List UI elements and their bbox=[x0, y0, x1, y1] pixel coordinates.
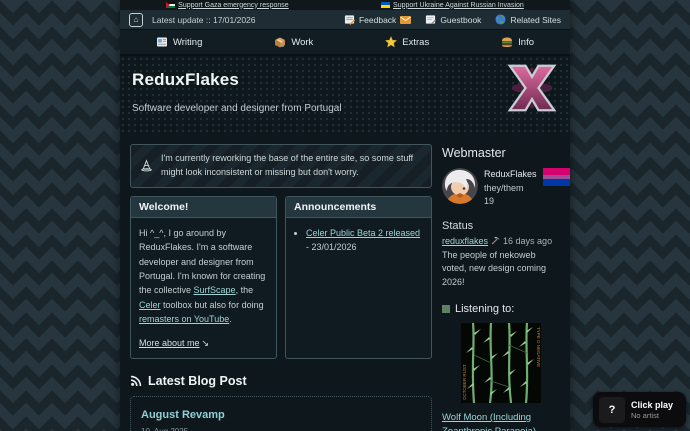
rss-icon bbox=[130, 375, 142, 387]
announcement-link[interactable]: Celer Public Beta 2 released bbox=[306, 228, 420, 238]
welcome-box: Welcome! Hi ^_^, I go around by ReduxFla… bbox=[130, 196, 277, 359]
feedback-label: Feedback bbox=[359, 15, 396, 25]
reduxflakes-logo-icon bbox=[504, 63, 560, 113]
newspaper-icon bbox=[156, 36, 168, 48]
blog-heading-label: Latest Blog Post bbox=[148, 374, 247, 388]
intro-boxes: Welcome! Hi ^_^, I go around by ReduxFla… bbox=[130, 196, 432, 359]
welcome-text: Hi ^_^, I go around by ReduxFlakes. I'm … bbox=[139, 228, 265, 324]
more-about-me-link[interactable]: More about me↘ bbox=[139, 336, 209, 350]
toolbar: ⌂ Latest update :: 17/01/2026 Feedback G… bbox=[120, 10, 570, 30]
announcements-box-title: Announcements bbox=[286, 197, 431, 218]
webmaster-profile: ReduxFlakes they/them 19 bbox=[442, 168, 560, 209]
sidebar: Webmaster bbox=[442, 144, 560, 431]
latest-update-label: Latest update :: 17/01/2026 bbox=[152, 15, 256, 25]
support-banner: Support Gaza emergency response Support … bbox=[120, 0, 570, 10]
status-user-link[interactable]: reduxflakes bbox=[442, 236, 488, 246]
bisexual-flag-icon bbox=[543, 168, 570, 186]
celer-link[interactable]: Celer bbox=[139, 300, 161, 310]
webmaster-pronouns: they/them bbox=[484, 183, 524, 193]
nav-info-label: Info bbox=[518, 37, 534, 48]
nav-writing-label: Writing bbox=[173, 37, 202, 48]
guestbook-label: Guestbook bbox=[440, 15, 481, 25]
welcome-box-title: Welcome! bbox=[131, 197, 276, 218]
site-content: Support Gaza emergency response Support … bbox=[120, 0, 570, 431]
page-title: ReduxFlakes bbox=[132, 70, 558, 90]
burger-icon bbox=[501, 36, 513, 48]
listening-heading: Listening to: bbox=[442, 303, 560, 315]
webmaster-info: ReduxFlakes they/them 19 bbox=[484, 168, 537, 209]
nav-work-label: Work bbox=[291, 37, 313, 48]
main-area: I'm currently reworking the base of the … bbox=[120, 136, 570, 431]
home-button[interactable]: ⌂ bbox=[129, 13, 143, 27]
status-meta: reduxflakes 16 days ago bbox=[442, 236, 560, 246]
surfscape-link[interactable]: SurfScape bbox=[194, 285, 236, 295]
ukraine-support-link[interactable]: Support Ukraine Against Russian Invasion bbox=[381, 2, 524, 9]
announcements-box: Announcements Celer Public Beta 2 releas… bbox=[285, 196, 432, 359]
album-art-corner-text: OCTOBER RUST bbox=[462, 364, 467, 400]
page-background: Support Gaza emergency response Support … bbox=[0, 0, 690, 431]
ukraine-flag-icon bbox=[381, 2, 390, 8]
nav-item-work[interactable]: Work bbox=[274, 36, 313, 48]
gaza-support-link[interactable]: Support Gaza emergency response bbox=[166, 2, 289, 9]
status-time: 16 days ago bbox=[503, 236, 552, 246]
announcements-box-body: Celer Public Beta 2 released - 23/01/202… bbox=[286, 218, 431, 263]
email-icon bbox=[400, 16, 411, 24]
player-art-placeholder: ? bbox=[599, 397, 625, 423]
gaza-support-label: Support Gaza emergency response bbox=[178, 2, 289, 9]
page-subtitle: Software developer and designer from Por… bbox=[132, 103, 558, 114]
blog-post-card[interactable]: August Revamp 10, Aug 2025 Going through… bbox=[130, 396, 432, 431]
player-title: Click play bbox=[631, 400, 673, 410]
blog-post-title[interactable]: August Revamp bbox=[141, 409, 225, 421]
related-sites-link[interactable]: Related Sites bbox=[495, 14, 561, 25]
player-artist: No artist bbox=[631, 411, 673, 420]
main-nav: Writing Work Extras Info bbox=[120, 30, 570, 56]
nav-extras-label: Extras bbox=[402, 37, 429, 48]
webmaster-age: 19 bbox=[484, 196, 494, 206]
pickaxe-icon bbox=[491, 236, 500, 245]
feedback-memo-icon bbox=[344, 14, 355, 25]
nav-item-extras[interactable]: Extras bbox=[385, 36, 429, 48]
star-icon bbox=[385, 36, 397, 48]
player-text: Click play No artist bbox=[631, 400, 673, 420]
guestbook-link[interactable]: Guestbook bbox=[425, 14, 481, 25]
construction-notice: I'm currently reworking the base of the … bbox=[130, 144, 432, 188]
music-player-widget[interactable]: ? Click play No artist bbox=[593, 392, 686, 427]
listening-heading-label: Listening to: bbox=[455, 303, 514, 315]
palestine-flag-icon bbox=[166, 2, 175, 8]
status-text: The people of nekoweb voted, new design … bbox=[442, 249, 560, 290]
blog-post-date: 10, Aug 2025 bbox=[141, 427, 421, 431]
site-header: ReduxFlakes Software developer and desig… bbox=[120, 56, 570, 136]
webmaster-heading: Webmaster bbox=[442, 146, 560, 160]
remasters-youtube-link[interactable]: remasters on YouTube bbox=[139, 314, 229, 324]
home-icon: ⌂ bbox=[134, 15, 139, 24]
external-arrow-icon: ↘ bbox=[202, 336, 210, 350]
package-icon bbox=[274, 36, 286, 48]
listening-status-icon bbox=[442, 305, 450, 313]
status-heading: Status bbox=[442, 220, 560, 232]
guestbook-memo-icon bbox=[425, 14, 436, 25]
globe-icon bbox=[495, 14, 506, 25]
album-art-side-text: TYPE O NEGATIVE bbox=[536, 327, 541, 367]
announcement-item: Celer Public Beta 2 released - 23/01/202… bbox=[306, 226, 423, 255]
announcement-date: - 23/01/2026 bbox=[306, 242, 357, 252]
album-art[interactable]: TYPE O NEGATIVE OCTOBER RUST bbox=[461, 323, 541, 403]
avatar[interactable] bbox=[442, 168, 478, 204]
notice-text: I'm currently reworking the base of the … bbox=[161, 152, 422, 180]
webmaster-name: ReduxFlakes bbox=[484, 169, 537, 179]
track-link[interactable]: Wolf Moon (Including Zoanthropic Paranoi… bbox=[442, 411, 560, 431]
main-column: I'm currently reworking the base of the … bbox=[130, 144, 432, 431]
nav-item-info[interactable]: Info bbox=[501, 36, 534, 48]
nav-item-writing[interactable]: Writing bbox=[156, 36, 202, 48]
cone-icon bbox=[140, 159, 153, 172]
blog-section-heading: Latest Blog Post bbox=[130, 374, 432, 388]
feedback-link[interactable]: Feedback bbox=[344, 14, 411, 25]
welcome-box-body: Hi ^_^, I go around by ReduxFlakes. I'm … bbox=[131, 218, 276, 358]
ukraine-support-label: Support Ukraine Against Russian Invasion bbox=[393, 2, 524, 9]
related-sites-label: Related Sites bbox=[510, 15, 561, 25]
